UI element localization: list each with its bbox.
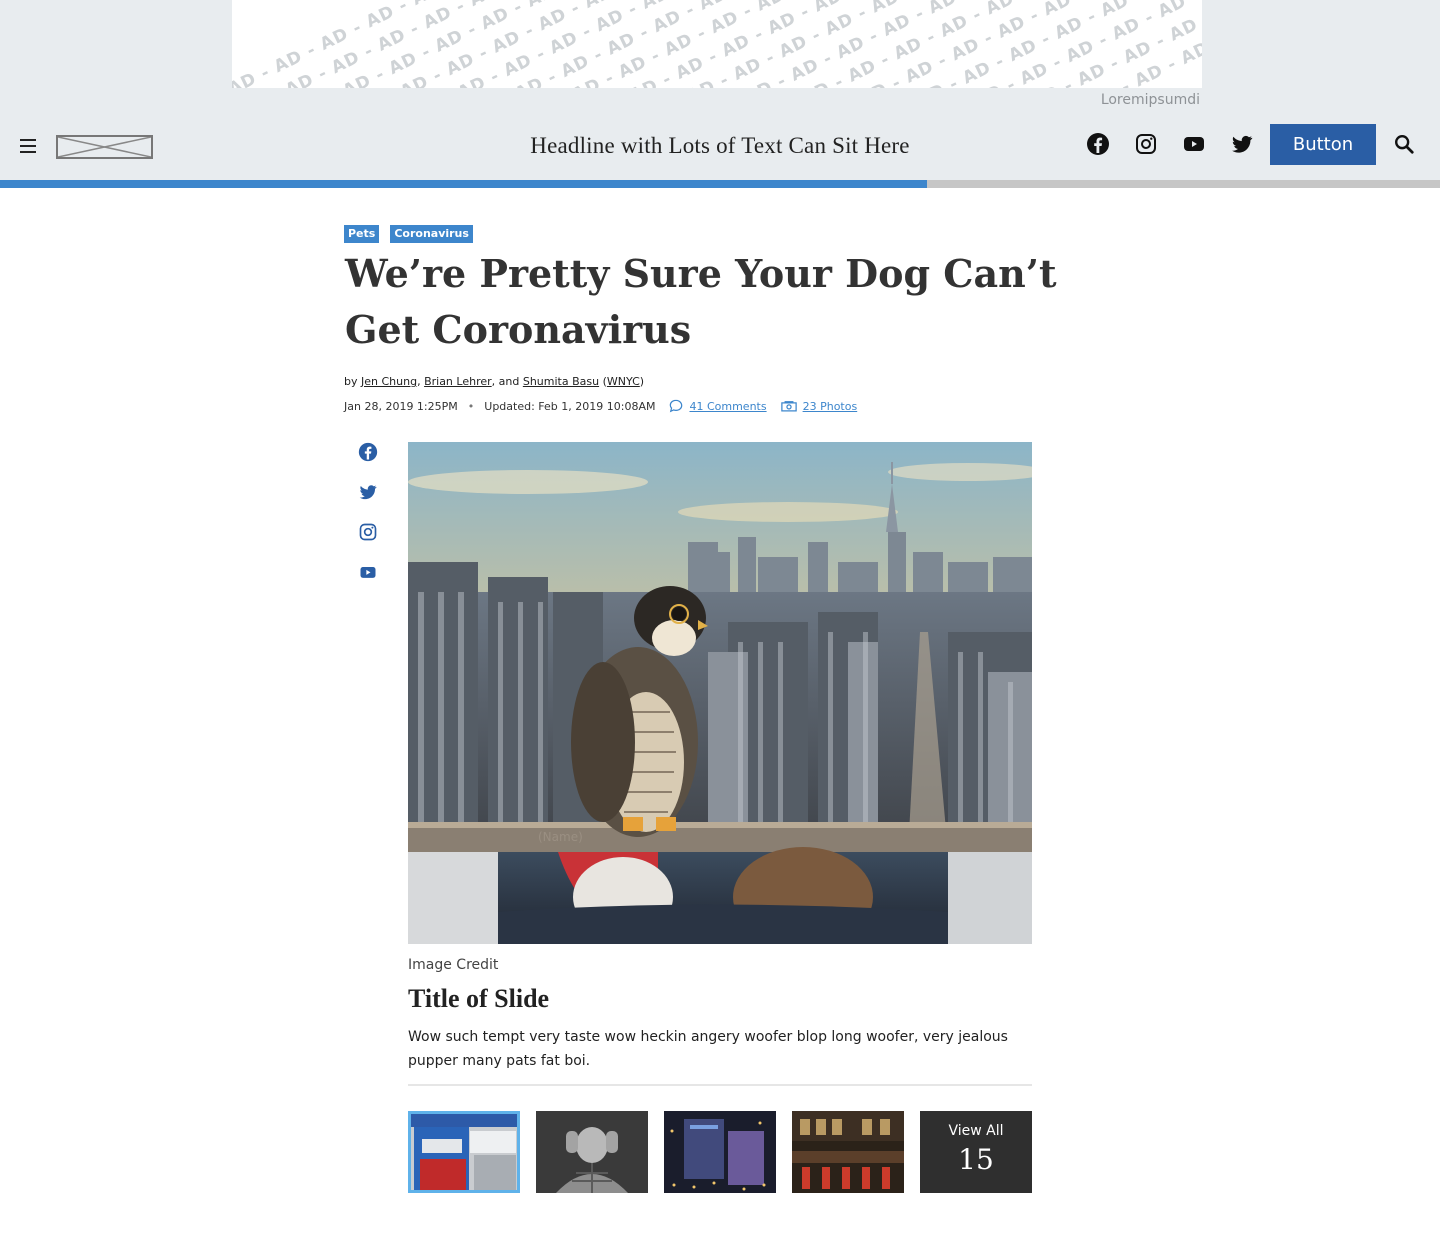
- image-overlay-text: (Name): [538, 830, 583, 844]
- article-meta: Jan 28, 2019 1:25PM • Updated: Feb 1, 20…: [344, 399, 858, 413]
- menu-icon[interactable]: [20, 139, 36, 153]
- org-link[interactable]: WNYC: [607, 375, 640, 388]
- tag-coronavirus[interactable]: Coronavirus: [390, 225, 473, 243]
- gallery-thumb-3[interactable]: [664, 1111, 776, 1193]
- reading-progress-fill: [0, 180, 928, 188]
- gallery-thumb-4[interactable]: [792, 1111, 904, 1193]
- ad-pattern: AD - AD - AD - AD - AD - AD - AD - AD - …: [232, 0, 1202, 88]
- tag-list: Pets Coronavirus: [344, 225, 473, 243]
- thumb-night-city-image: [664, 1111, 776, 1193]
- ad-label: Loremipsumdi: [1100, 92, 1200, 108]
- logo-placeholder[interactable]: [56, 135, 153, 159]
- youtube-icon[interactable]: [1182, 132, 1206, 156]
- photos-link[interactable]: 23 Photos: [780, 400, 857, 413]
- article-title: We’re Pretty Sure Your Dog Can’t Get Cor…: [345, 251, 1057, 352]
- view-all-label: View All: [948, 1123, 1004, 1139]
- twitter-icon[interactable]: [358, 482, 378, 502]
- instagram-icon[interactable]: [1134, 132, 1158, 156]
- gallery-thumb-2[interactable]: [536, 1111, 648, 1193]
- image-credit: Image Credit: [408, 957, 499, 973]
- thumb-portrait-image: [536, 1111, 648, 1193]
- view-all-button[interactable]: View All 15: [920, 1111, 1032, 1193]
- comments-link[interactable]: 41 Comments: [669, 399, 767, 413]
- publish-date: Jan 28, 2019 1:25PM: [344, 399, 458, 413]
- nav-headline[interactable]: Headline with Lots of Text Can Sit Here: [400, 133, 1040, 159]
- reading-progress-bar: [0, 180, 1440, 188]
- instagram-icon[interactable]: [358, 522, 378, 542]
- thumb-bar-interior-image: [792, 1111, 904, 1193]
- tag-pets[interactable]: Pets: [344, 225, 380, 243]
- author-link[interactable]: Brian Lehrer: [424, 375, 492, 388]
- byline: by Jen Chung, Brian Lehrer, and Shumita …: [344, 375, 645, 388]
- search-icon[interactable]: [1393, 133, 1415, 155]
- slide-description: Wow such tempt very taste wow heckin ang…: [408, 1029, 1008, 1069]
- gallery-thumbnails: View All 15: [408, 1111, 1032, 1193]
- view-all-count: 15: [958, 1143, 994, 1176]
- header-button[interactable]: Button: [1270, 124, 1376, 165]
- site-header: Headline with Lots of Text Can Sit Here …: [0, 110, 1440, 180]
- twitter-icon[interactable]: [1230, 132, 1254, 156]
- ad-banner[interactable]: AD - AD - AD - AD - AD - AD - AD - AD - …: [232, 0, 1202, 88]
- divider: [408, 1084, 1032, 1086]
- author-link[interactable]: Jen Chung: [361, 375, 417, 388]
- youtube-icon[interactable]: [358, 562, 378, 582]
- facebook-icon[interactable]: [358, 442, 378, 462]
- thumb-kiosk-image: [408, 1111, 520, 1193]
- comment-icon: [670, 399, 683, 413]
- photo-icon: [780, 401, 797, 412]
- falcon-skyline-photo: (Name): [408, 442, 1032, 944]
- author-link[interactable]: Shumita Basu: [523, 375, 599, 388]
- gallery-thumb-1[interactable]: [408, 1111, 520, 1193]
- share-rail: [358, 442, 378, 602]
- updated-date: Updated: Feb 1, 2019 10:08AM: [484, 399, 656, 413]
- slide-title: Title of Slide: [408, 984, 550, 1013]
- facebook-icon[interactable]: [1086, 132, 1110, 156]
- slide-image[interactable]: (Name): [408, 442, 1032, 944]
